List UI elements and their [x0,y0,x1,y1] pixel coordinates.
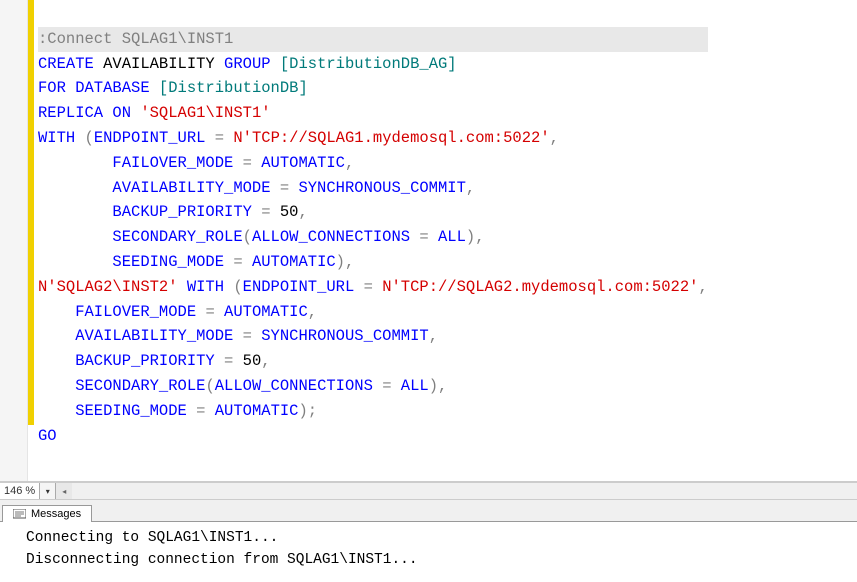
messages-tab[interactable]: Messages [2,505,92,522]
messages-icon [13,509,26,520]
zoom-level[interactable]: 146 % [0,483,40,499]
code-editor[interactable]: :Connect SQLAG1\INST1 CREATE AVAILABILIT… [0,0,857,482]
chevron-down-icon: ▾ [46,487,50,496]
messages-tab-label: Messages [31,508,81,520]
results-tab-strip: Messages [0,500,857,522]
gutter [0,0,28,481]
message-line: Connecting to SQLAG1\INST1... [26,530,278,546]
sqlcmd-connect: :Connect SQLAG1\INST1 [38,30,233,48]
zoom-dropdown[interactable]: ▾ [40,483,56,499]
code-content[interactable]: :Connect SQLAG1\INST1 CREATE AVAILABILIT… [34,0,712,481]
scroll-left-button[interactable]: ◂ [56,483,72,499]
zoom-bar: 146 % ▾ ◂ [0,482,857,500]
triangle-left-icon: ◂ [62,487,66,496]
ssms-query-window: :Connect SQLAG1\INST1 CREATE AVAILABILIT… [0,0,857,582]
message-line: Disconnecting connection from SQLAG1\INS… [26,552,418,568]
messages-pane[interactable]: Connecting to SQLAG1\INST1... Disconnect… [0,522,857,582]
